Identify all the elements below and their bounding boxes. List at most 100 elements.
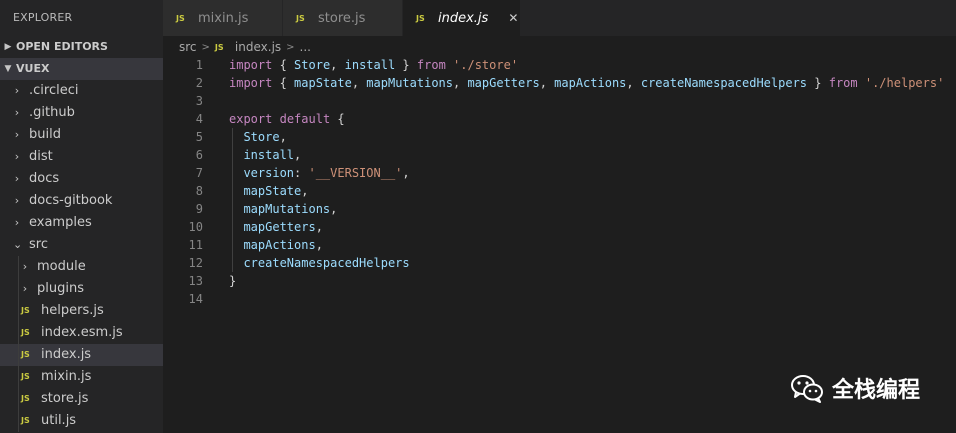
code-line[interactable]: 9 mapMutations, <box>163 200 956 218</box>
code-line[interactable]: 3 <box>163 92 956 110</box>
tree-item-label: index.esm.js <box>41 325 123 340</box>
indent-guide <box>18 256 19 278</box>
open-editors-section[interactable]: ▶ OPEN EDITORS <box>0 36 163 58</box>
js-file-icon: JS <box>296 13 305 23</box>
code-token: mapMutations <box>366 76 453 90</box>
code-token: from <box>416 58 446 72</box>
open-editors-label: OPEN EDITORS <box>16 40 108 53</box>
folder-item[interactable]: › docs <box>0 168 163 190</box>
line-number: 11 <box>188 238 203 252</box>
code-line[interactable]: 13} <box>163 272 956 290</box>
folder-item[interactable]: › docs-gitbook <box>0 190 163 212</box>
code-line[interactable]: 8 mapState, <box>163 182 956 200</box>
code-line[interactable]: 10 mapGetters, <box>163 218 956 236</box>
tab-index-js[interactable]: JS index.js ✕ <box>403 0 521 36</box>
chevron-down-icon: ⌄ <box>13 238 23 251</box>
code-text: import { Store, install } from './store' <box>229 56 518 74</box>
code-line[interactable]: 1 import { Store, install } from './store… <box>163 56 956 74</box>
breadcrumb-file[interactable]: index.js <box>235 40 281 54</box>
line-number: 3 <box>195 94 203 108</box>
js-file-icon: JS <box>21 306 30 315</box>
chevron-right-icon: › <box>14 172 20 185</box>
indent-guide <box>18 344 19 366</box>
folder-item[interactable]: › module <box>0 256 163 278</box>
code-token: { <box>330 112 345 126</box>
code-text: export default { <box>229 110 345 128</box>
tree-item-label: plugins <box>37 281 84 296</box>
tree-item-label: module <box>37 259 86 274</box>
project-section-vuex[interactable]: ▼ VUEX <box>0 58 163 80</box>
code-line[interactable]: 11 mapActions, <box>163 236 956 254</box>
code-token: , <box>294 148 302 162</box>
code-text: Store, <box>229 128 286 146</box>
code-line[interactable]: 12 createNamespacedHelpers <box>163 254 956 272</box>
code-token: , <box>453 76 468 90</box>
code-token: } <box>229 274 237 288</box>
code-token: , <box>315 220 323 234</box>
chevron-right-icon: › <box>14 150 20 163</box>
file-item[interactable]: JS util.js <box>0 410 163 432</box>
chevron-right-icon: › <box>14 216 20 229</box>
line-number: 9 <box>195 202 203 216</box>
tree-item-label: examples <box>29 215 92 230</box>
close-icon[interactable]: ✕ <box>508 11 518 25</box>
chevron-right-icon: › <box>22 282 28 295</box>
indent-guide <box>18 300 19 322</box>
indent-guide <box>18 366 19 388</box>
code-token: mapState <box>243 184 302 198</box>
breadcrumb-more[interactable]: ... <box>300 40 311 54</box>
chevron-right-icon: › <box>14 106 20 119</box>
tab-store-js[interactable]: JS store.js <box>283 0 403 36</box>
folder-item[interactable]: › build <box>0 124 163 146</box>
watermark-text: 全栈编程 <box>832 378 921 403</box>
code-token: , <box>626 76 641 90</box>
code-line[interactable]: 5 Store, <box>163 128 956 146</box>
code-text: mapActions, <box>229 236 322 254</box>
code-token: , <box>301 184 309 198</box>
line-number: 8 <box>195 184 203 198</box>
watermark: 全栈编程 <box>790 372 920 404</box>
file-item[interactable]: JS helpers.js <box>0 300 163 322</box>
chevron-right-icon: › <box>14 84 20 97</box>
folder-item[interactable]: › .github <box>0 102 163 124</box>
file-item[interactable]: JS mixin.js <box>0 366 163 388</box>
code-token: import <box>229 76 273 90</box>
tab-mixin-js[interactable]: JS mixin.js <box>163 0 283 36</box>
folder-item[interactable]: ⌄ src <box>0 234 163 256</box>
code-text: } <box>229 272 236 290</box>
indent-guide <box>18 410 19 432</box>
tree-item-label: util.js <box>41 413 77 428</box>
code-token: mapActions <box>554 76 627 90</box>
wechat-icon <box>791 375 823 403</box>
file-item[interactable]: JS store.js <box>0 388 163 410</box>
folder-item[interactable]: › dist <box>0 146 163 168</box>
file-item[interactable]: JS index.esm.js <box>0 322 163 344</box>
indent-guide <box>18 388 19 410</box>
js-file-icon: JS <box>176 13 185 23</box>
folder-item[interactable]: › examples <box>0 212 163 234</box>
code-token: import <box>229 58 273 72</box>
file-item[interactable]: JS index.js <box>0 344 163 366</box>
code-token: from <box>828 76 858 90</box>
code-token: } <box>807 76 829 90</box>
folder-item[interactable]: › .circleci <box>0 80 163 102</box>
breadcrumb-folder[interactable]: src <box>179 40 197 54</box>
code-line[interactable]: 2 import { mapState, mapMutations, mapGet… <box>163 74 956 92</box>
code-line[interactable]: 6 install, <box>163 146 956 164</box>
tree-item-label: build <box>29 127 61 142</box>
js-file-icon: JS <box>214 42 224 52</box>
folder-item[interactable]: › plugins <box>0 278 163 300</box>
line-number: 10 <box>188 220 203 234</box>
code-line[interactable]: 4 export default { <box>163 110 956 128</box>
code-line[interactable]: 14 <box>163 290 956 308</box>
code-token: mapActions <box>243 238 316 252</box>
explorer-sidebar: EXPLORER ▶ OPEN EDITORS ▼ VUEX › .circlec… <box>0 0 163 433</box>
code-token: install <box>344 58 396 72</box>
code-token: mapGetters <box>467 76 540 90</box>
code-line[interactable]: 7 version: '__VERSION__', <box>163 164 956 182</box>
code-token: { <box>272 58 295 72</box>
